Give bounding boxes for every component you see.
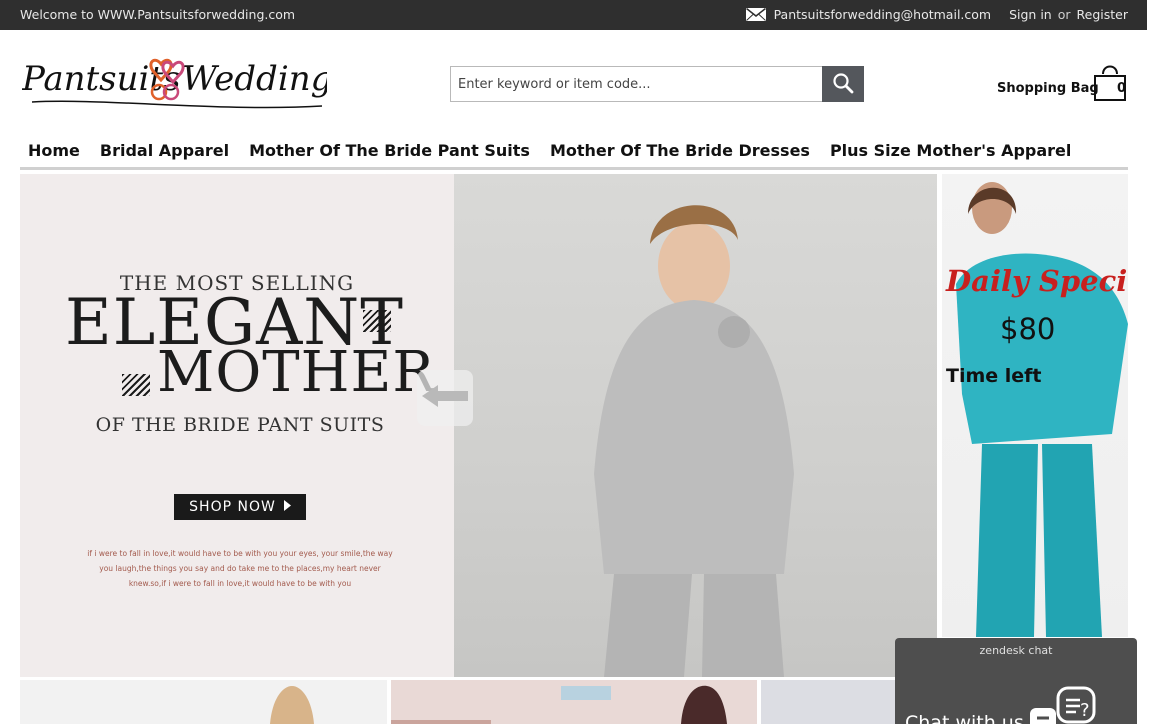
product-thumbnail[interactable] — [391, 680, 757, 724]
daily-special-title: Daily Special — [946, 264, 1128, 298]
logo-text-left: Pantsuits — [22, 59, 181, 99]
shopping-bag-count: 0 — [1117, 81, 1127, 96]
email-link[interactable]: Pantsuitsforwedding@hotmail.com — [774, 7, 992, 22]
nav-item-mother-pant-suits[interactable]: Mother Of The Bride Pant Suits — [239, 138, 540, 160]
arrow-left-icon — [422, 385, 468, 411]
hatch-decoration — [122, 374, 150, 396]
product-thumbnail[interactable] — [761, 680, 895, 724]
chat-widget[interactable]: zendesk chat Chat with us ? — [895, 638, 1137, 724]
svg-text:?: ? — [1080, 700, 1090, 721]
nav-item-bridal-apparel[interactable]: Bridal Apparel — [90, 138, 239, 160]
shopping-bag[interactable]: Shopping Bag 0 — [996, 62, 1130, 102]
chat-cta: Chat with us — [905, 712, 1024, 724]
main-nav: Home Bridal Apparel Mother Of The Bride … — [20, 138, 1128, 170]
search-bar — [450, 66, 864, 102]
hero-subheadline: OF THE BRIDE PANT SUITS — [95, 414, 385, 436]
chat-brand: zendesk chat — [979, 644, 1053, 657]
hatch-decoration — [363, 310, 391, 332]
search-icon — [832, 72, 854, 97]
sign-in-link[interactable]: Sign in — [1009, 7, 1052, 22]
search-button[interactable] — [822, 66, 864, 102]
chat-bubble-icon: ? — [1030, 686, 1100, 724]
hero-text-panel: THE MOST SELLING ELEGANT MOTHER OF THE B… — [20, 174, 454, 677]
nav-item-home[interactable]: Home — [20, 138, 90, 160]
or-text: or — [1057, 7, 1071, 22]
caret-right-icon — [283, 499, 291, 515]
hero-tagline: if i were to fall in love,it would have … — [87, 549, 393, 588]
hero-banner[interactable]: THE MOST SELLING ELEGANT MOTHER OF THE B… — [20, 174, 937, 677]
nav-item-plus-size[interactable]: Plus Size Mother's Apparel — [820, 138, 1081, 160]
envelope-icon — [745, 7, 766, 21]
site-logo[interactable]: Pantsuits Wedding — [21, 54, 332, 114]
top-bar-links: Pantsuitsforwedding@hotmail.com Sign in … — [745, 7, 1128, 22]
daily-special-model-image — [956, 182, 1128, 637]
shop-now-button[interactable]: SHOP NOW — [174, 494, 306, 520]
welcome-text: Welcome to WWW.Pantsuitsforwedding.com — [20, 7, 296, 22]
hero-headline-mother: MOTHER — [157, 340, 436, 405]
logo-text-right: Wedding — [182, 59, 327, 99]
search-input[interactable] — [450, 66, 822, 102]
product-thumbnail[interactable] — [20, 680, 387, 724]
top-bar: Welcome to WWW.Pantsuitsforwedding.com P… — [0, 0, 1147, 30]
register-link[interactable]: Register — [1077, 7, 1128, 22]
daily-special-time-left: Time left — [946, 365, 1042, 387]
daily-special-panel[interactable]: Daily Special $80 Time left — [942, 174, 1128, 637]
hero-model-image — [454, 174, 937, 677]
daily-special-price: $80 — [1000, 312, 1056, 346]
carousel-prev-button[interactable] — [417, 370, 473, 426]
shopping-bag-label: Shopping Bag — [997, 81, 1099, 96]
nav-item-mother-dresses[interactable]: Mother Of The Bride Dresses — [540, 138, 820, 160]
shop-now-label: SHOP NOW — [189, 499, 276, 515]
